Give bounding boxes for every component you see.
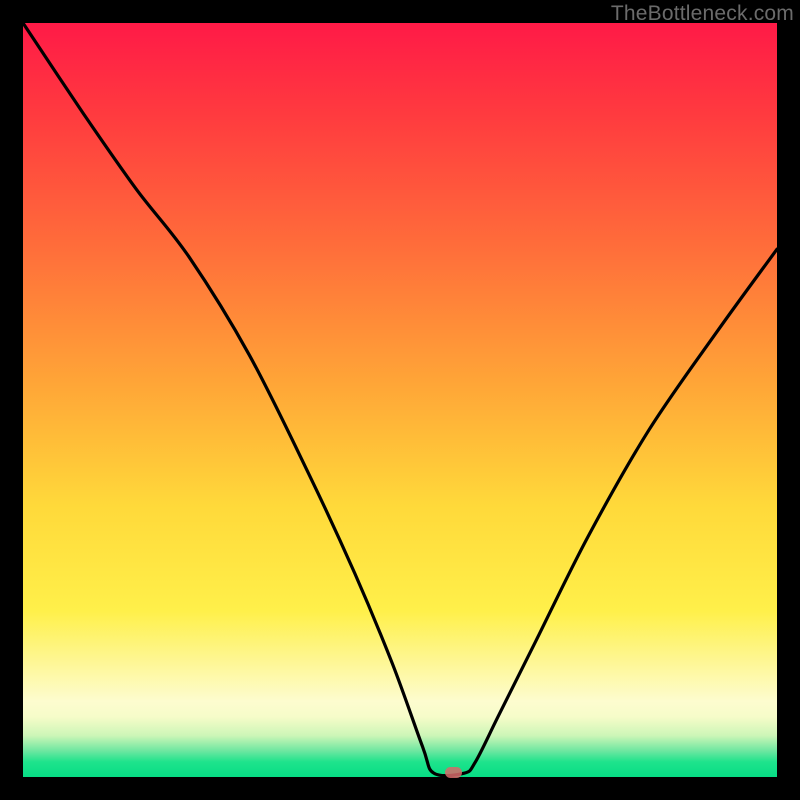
chart-stage: TheBottleneck.com xyxy=(0,0,800,800)
minimum-marker xyxy=(445,767,462,778)
curve-path xyxy=(23,23,777,776)
bottleneck-curve xyxy=(23,23,777,777)
plot-area xyxy=(23,23,777,777)
